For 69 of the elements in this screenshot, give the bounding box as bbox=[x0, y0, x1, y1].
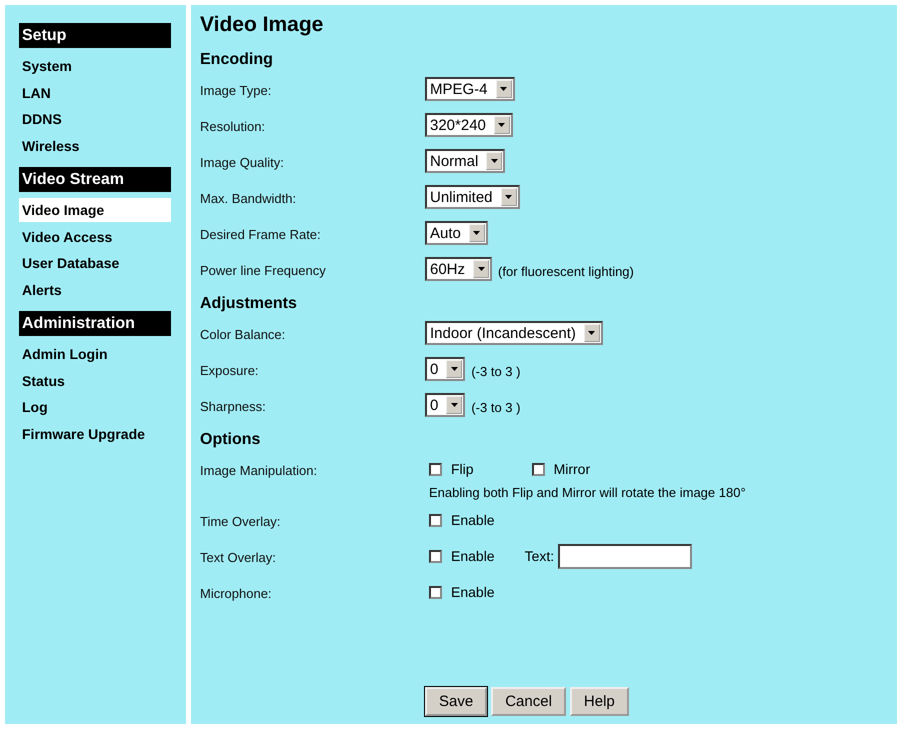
field-label: Image Quality: bbox=[200, 154, 285, 172]
section-heading: Options bbox=[200, 431, 262, 450]
dropdown[interactable]: MPEG-4 bbox=[425, 77, 515, 101]
field-label: Exposure: bbox=[200, 362, 260, 380]
sidebar-item[interactable]: LAN bbox=[19, 80, 171, 106]
sidebar-item[interactable]: DDNS bbox=[19, 106, 171, 132]
checkbox-label: Enable bbox=[451, 512, 495, 528]
field-label: Desired Frame Rate: bbox=[200, 226, 322, 244]
dropdown[interactable]: Auto bbox=[425, 221, 488, 245]
field-label: Text: bbox=[524, 548, 554, 564]
field-label: Microphone: bbox=[200, 585, 273, 603]
checkbox[interactable] bbox=[429, 586, 442, 598]
sidebar-item[interactable]: Log bbox=[19, 394, 171, 420]
sidebar-item[interactable]: Wireless bbox=[19, 132, 171, 159]
hint-text: Enabling both Flip and Mirror will rotate the image 180° bbox=[429, 485, 746, 500]
dropdown[interactable]: Unlimited bbox=[425, 185, 520, 209]
checkbox[interactable] bbox=[429, 550, 442, 562]
field-label: Color Balance: bbox=[200, 326, 286, 344]
checkbox-label: Flip bbox=[451, 461, 474, 477]
sidebar-item[interactable]: System bbox=[19, 53, 171, 80]
checkbox-label: Mirror bbox=[554, 461, 590, 477]
section-heading: Encoding bbox=[200, 51, 274, 70]
dropdown-arrow-icon bbox=[505, 195, 512, 199]
dropdown[interactable]: Normal bbox=[425, 149, 506, 173]
checkbox[interactable] bbox=[429, 514, 442, 526]
field-label: Sharpness: bbox=[200, 398, 267, 416]
dropdown-arrow-icon bbox=[478, 267, 485, 271]
dropdown-arrow-icon bbox=[588, 331, 596, 335]
checkbox[interactable] bbox=[532, 462, 545, 476]
sidebar-item[interactable]: Admin Login bbox=[19, 341, 171, 368]
sidebar-item[interactable]: User Database bbox=[19, 250, 171, 276]
checkbox[interactable] bbox=[429, 462, 442, 476]
text-input[interactable] bbox=[558, 544, 692, 568]
sidebar-item[interactable]: Video Image bbox=[19, 198, 171, 222]
sidebar-section-header: Video Stream bbox=[19, 167, 171, 192]
hint-text: (for fluorescent lighting) bbox=[498, 262, 634, 278]
page-title: Video Image bbox=[200, 13, 324, 37]
field-label: Max. Bandwidth: bbox=[200, 190, 298, 208]
form-button[interactable]: Cancel bbox=[491, 687, 566, 716]
dropdown[interactable]: 320*240 bbox=[425, 113, 513, 137]
dropdown[interactable]: 60Hz bbox=[425, 257, 492, 281]
sidebar-item[interactable]: Alerts bbox=[19, 276, 171, 303]
hint-text: (-3 to 3 ) bbox=[471, 362, 520, 378]
form-button[interactable]: Help bbox=[570, 687, 629, 716]
dropdown[interactable]: 0 bbox=[425, 357, 466, 381]
form-button[interactable]: Save bbox=[425, 687, 488, 716]
dropdown-arrow-icon bbox=[490, 159, 498, 163]
dropdown-arrow-icon bbox=[450, 403, 458, 407]
checkbox-label: Enable bbox=[451, 548, 495, 564]
sidebar-section-header: Setup bbox=[19, 23, 171, 48]
field-label: Image Manipulation: bbox=[200, 462, 318, 480]
section-heading: Adjustments bbox=[200, 295, 298, 314]
sidebar-item[interactable]: Status bbox=[19, 368, 171, 394]
sidebar-item[interactable]: Video Access bbox=[19, 224, 171, 250]
field-label: Text Overlay: bbox=[200, 549, 277, 567]
dropdown-arrow-icon bbox=[498, 123, 506, 127]
field-label: Time Overlay: bbox=[200, 513, 282, 531]
field-label: Power line Frequency bbox=[200, 262, 327, 280]
field-label: Resolution: bbox=[200, 118, 266, 136]
hint-text: (-3 to 3 ) bbox=[471, 398, 520, 414]
dropdown[interactable]: 0 bbox=[425, 393, 466, 417]
dropdown-arrow-icon bbox=[500, 87, 508, 91]
checkbox-label: Enable bbox=[451, 584, 495, 600]
dropdown-arrow-icon bbox=[473, 231, 480, 235]
sidebar-item[interactable]: Firmware Upgrade bbox=[19, 420, 171, 447]
dropdown-arrow-icon bbox=[450, 367, 458, 371]
dropdown[interactable]: Indoor (Incandescent) bbox=[425, 321, 603, 345]
sidebar-section-header: Administration bbox=[19, 311, 171, 336]
field-label: Image Type: bbox=[200, 82, 272, 100]
